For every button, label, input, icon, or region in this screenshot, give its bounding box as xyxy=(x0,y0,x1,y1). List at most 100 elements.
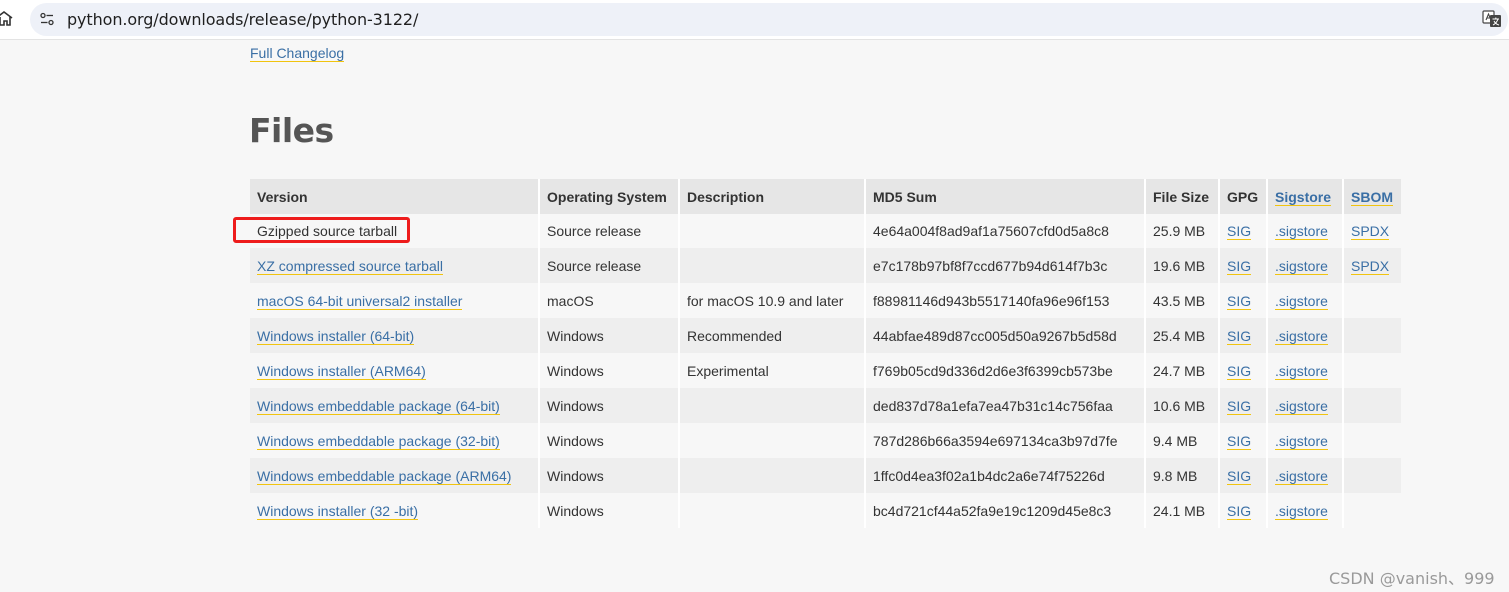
download-link[interactable]: Windows embeddable package (32-bit) xyxy=(257,432,500,450)
gpg-cell: SIG xyxy=(1219,214,1268,248)
md5-cell: 787d286b66a3594e697134ca3b97d7fe xyxy=(865,423,1146,458)
files-table: Version Operating System Description MD5… xyxy=(250,179,1401,528)
md5-cell: 44abfae489d87cc005d50a9267b5d58d xyxy=(865,318,1146,353)
sigstore-cell: .sigstore xyxy=(1267,283,1344,318)
size-cell: 25.9 MB xyxy=(1145,214,1220,248)
sigstore-link[interactable]: .sigstore xyxy=(1275,223,1328,240)
description-cell xyxy=(679,214,866,248)
version-cell: Windows installer (64-bit) xyxy=(250,318,540,353)
sbom-cell xyxy=(1343,423,1401,458)
sigstore-cell: .sigstore xyxy=(1267,214,1344,248)
sig-link[interactable]: SIG xyxy=(1227,467,1252,485)
size-cell: 25.4 MB xyxy=(1145,318,1220,353)
table-row: macOS 64-bit universal2 installer macOS … xyxy=(250,283,1401,318)
size-cell: 24.7 MB xyxy=(1145,353,1220,388)
sigstore-link[interactable]: .sigstore xyxy=(1275,292,1328,310)
sigstore-link[interactable]: .sigstore xyxy=(1275,502,1328,520)
description-cell xyxy=(679,493,866,528)
download-link[interactable]: Windows installer (32 -bit) xyxy=(257,502,419,520)
download-link[interactable]: Windows embeddable package (64-bit) xyxy=(257,397,500,415)
description-cell: Recommended xyxy=(679,318,866,353)
translate-icon[interactable] xyxy=(1482,9,1502,29)
sbom-cell xyxy=(1343,388,1401,423)
size-cell: 43.5 MB xyxy=(1145,283,1220,318)
size-cell: 10.6 MB xyxy=(1145,388,1220,423)
table-header-row: Version Operating System Description MD5… xyxy=(250,179,1401,214)
version-cell: Windows embeddable package (ARM64) xyxy=(250,458,540,493)
files-heading: Files xyxy=(249,111,334,150)
gpg-cell: SIG xyxy=(1219,248,1268,283)
sig-link[interactable]: SIG xyxy=(1227,327,1252,345)
sigstore-cell: .sigstore xyxy=(1267,318,1344,353)
header-version: Version xyxy=(250,179,540,214)
sbom-cell: SPDX xyxy=(1343,214,1401,248)
sigstore-link[interactable]: .sigstore xyxy=(1275,257,1328,275)
table-row: Windows installer (ARM64) Windows Experi… xyxy=(250,353,1401,388)
version-cell: macOS 64-bit universal2 installer xyxy=(250,283,540,318)
download-link[interactable]: Windows embeddable package (ARM64) xyxy=(257,467,512,485)
sbom-cell xyxy=(1343,283,1401,318)
site-settings-icon[interactable] xyxy=(39,11,55,27)
sigstore-cell: .sigstore xyxy=(1267,423,1344,458)
gpg-cell: SIG xyxy=(1219,388,1268,423)
spdx-link[interactable]: SPDX xyxy=(1351,257,1390,275)
download-link[interactable]: XZ compressed source tarball xyxy=(257,257,443,275)
table-row: Windows installer (64-bit) Windows Recom… xyxy=(250,318,1401,353)
description-cell xyxy=(679,248,866,283)
gpg-cell: SIG xyxy=(1219,493,1268,528)
sigstore-header-link[interactable]: Sigstore xyxy=(1275,188,1332,206)
sigstore-link[interactable]: .sigstore xyxy=(1275,327,1328,345)
size-cell: 9.8 MB xyxy=(1145,458,1220,493)
version-cell: XZ compressed source tarball xyxy=(250,248,540,283)
sbom-cell xyxy=(1343,493,1401,528)
sbom-header-link[interactable]: SBOM xyxy=(1351,188,1393,206)
header-sbom: SBOM xyxy=(1343,179,1401,214)
sigstore-link[interactable]: .sigstore xyxy=(1275,362,1328,380)
version-cell: Windows embeddable package (32-bit) xyxy=(250,423,540,458)
table-row: Windows embeddable package (ARM64) Windo… xyxy=(250,458,1401,493)
header-md5: MD5 Sum xyxy=(865,179,1146,214)
gpg-cell: SIG xyxy=(1219,353,1268,388)
md5-cell: 1ffc0d4ea3f02a1b4dc2a6e74f75226d xyxy=(865,458,1146,493)
download-link[interactable]: macOS 64-bit universal2 installer xyxy=(257,292,463,310)
gpg-cell: SIG xyxy=(1219,423,1268,458)
os-cell: Windows xyxy=(539,493,680,528)
os-cell: Windows xyxy=(539,458,680,493)
sbom-cell xyxy=(1343,318,1401,353)
home-icon[interactable] xyxy=(0,9,14,29)
sig-link[interactable]: SIG xyxy=(1227,257,1252,275)
md5-cell: 4e64a004f8ad9af1a75607cfd0d5a8c8 xyxy=(865,214,1146,248)
full-changelog-link[interactable]: Full Changelog xyxy=(250,45,345,62)
sigstore-cell: .sigstore xyxy=(1267,458,1344,493)
table-row: Windows embeddable package (64-bit) Wind… xyxy=(250,388,1401,423)
sig-link[interactable]: SIG xyxy=(1227,397,1252,415)
gpg-cell: SIG xyxy=(1219,458,1268,493)
address-bar[interactable]: python.org/downloads/release/python-3122… xyxy=(30,3,1508,36)
sigstore-cell: .sigstore xyxy=(1267,353,1344,388)
md5-cell: f88981146d943b5517140fa96e96f153 xyxy=(865,283,1146,318)
sigstore-link[interactable]: .sigstore xyxy=(1275,397,1328,415)
table-row: Windows installer (32 -bit) Windows bc4d… xyxy=(250,493,1401,528)
os-cell: Windows xyxy=(539,423,680,458)
sig-link[interactable]: SIG xyxy=(1227,362,1252,380)
download-link[interactable]: Windows installer (64-bit) xyxy=(257,327,415,345)
sig-link[interactable]: SIG xyxy=(1227,292,1252,310)
os-cell: Source release xyxy=(539,214,680,248)
md5-cell: ded837d78a1efa7ea47b31c14c756faa xyxy=(865,388,1146,423)
sig-link[interactable]: SIG xyxy=(1227,432,1252,450)
sig-link[interactable]: SIG xyxy=(1227,223,1252,240)
description-cell xyxy=(679,388,866,423)
gpg-cell: SIG xyxy=(1219,318,1268,353)
sigstore-link[interactable]: .sigstore xyxy=(1275,467,1328,485)
table-row: XZ compressed source tarball Source rele… xyxy=(250,248,1401,283)
download-link[interactable]: Windows installer (ARM64) xyxy=(257,362,426,380)
gpg-cell: SIG xyxy=(1219,283,1268,318)
sigstore-link[interactable]: .sigstore xyxy=(1275,432,1328,450)
header-os: Operating System xyxy=(539,179,680,214)
spdx-link[interactable]: SPDX xyxy=(1351,223,1390,240)
sig-link[interactable]: SIG xyxy=(1227,502,1252,520)
description-cell xyxy=(679,458,866,493)
sbom-cell: SPDX xyxy=(1343,248,1401,283)
url-text[interactable]: python.org/downloads/release/python-3122… xyxy=(67,10,418,29)
size-cell: 9.4 MB xyxy=(1145,423,1220,458)
